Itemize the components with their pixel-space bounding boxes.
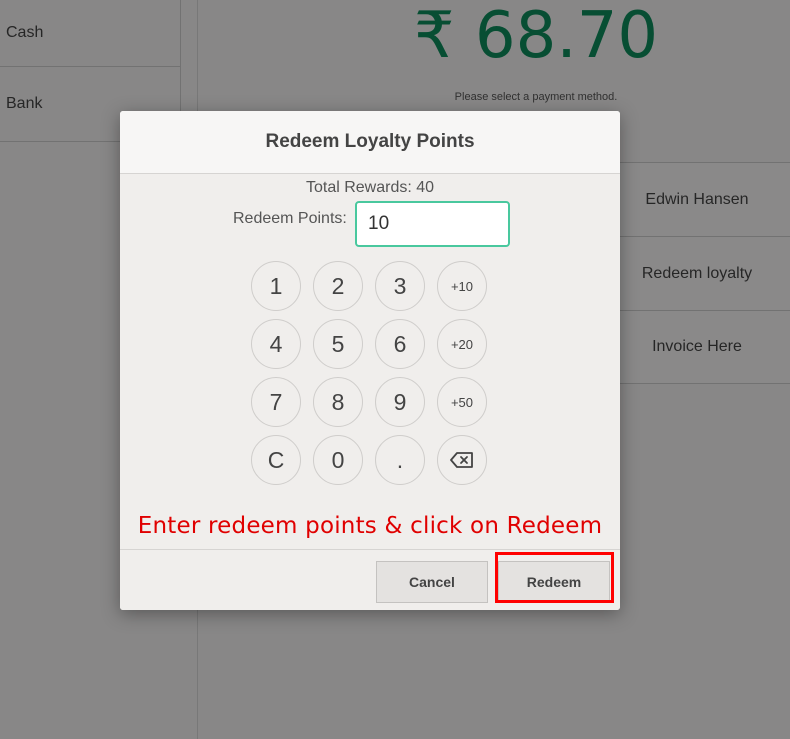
redeem-points-input[interactable] — [355, 201, 510, 247]
redeem-points-label: Redeem Points: — [233, 210, 347, 227]
key-7[interactable]: 7 — [251, 377, 301, 427]
key-decimal[interactable]: . — [375, 435, 425, 485]
dialog-title: Redeem Loyalty Points — [120, 111, 620, 174]
key-clear[interactable]: C — [251, 435, 301, 485]
dialog-footer: Cancel Redeem — [120, 549, 620, 610]
key-1[interactable]: 1 — [251, 261, 301, 311]
instruction-annotation: Enter redeem points & click on Redeem — [137, 513, 603, 539]
key-8[interactable]: 8 — [313, 377, 363, 427]
numeric-keypad: 1 2 3 +10 4 5 6 +20 7 8 9 +50 C 0 . — [251, 261, 487, 485]
highlight-box — [495, 552, 614, 603]
redeem-points-row: Redeem Points: — [120, 201, 620, 247]
total-rewards: Total Rewards: 40 — [305, 179, 435, 196]
key-backspace[interactable] — [437, 435, 487, 485]
key-5[interactable]: 5 — [313, 319, 363, 369]
key-plus-50[interactable]: +50 — [437, 377, 487, 427]
key-2[interactable]: 2 — [313, 261, 363, 311]
key-3[interactable]: 3 — [375, 261, 425, 311]
backspace-icon — [450, 452, 473, 468]
key-6[interactable]: 6 — [375, 319, 425, 369]
key-plus-10[interactable]: +10 — [437, 261, 487, 311]
key-4[interactable]: 4 — [251, 319, 301, 369]
key-plus-20[interactable]: +20 — [437, 319, 487, 369]
key-9[interactable]: 9 — [375, 377, 425, 427]
redeem-loyalty-dialog: Redeem Loyalty Points Total Rewards: 40 … — [120, 111, 620, 610]
key-0[interactable]: 0 — [313, 435, 363, 485]
cancel-button[interactable]: Cancel — [376, 561, 488, 603]
